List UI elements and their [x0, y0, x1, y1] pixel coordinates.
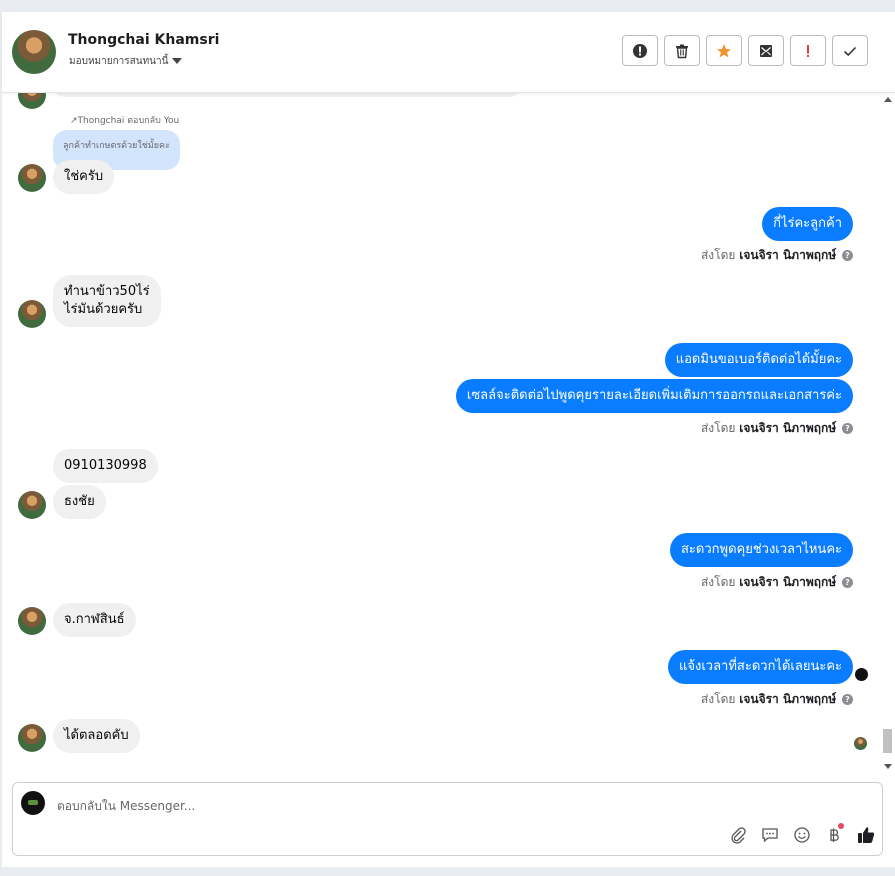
scrollbar-thumb[interactable]: [883, 729, 892, 753]
report-spam-button[interactable]: [622, 35, 658, 66]
assign-label: มอบหมายการสนทนานี้: [69, 56, 169, 67]
sent-by-label: ส่งโดย เจนจิรา นิภาพฤกษ์ ?: [701, 573, 853, 592]
incoming-message[interactable]: 0910130998: [53, 449, 158, 483]
saved-replies-icon[interactable]: [760, 825, 780, 845]
star-icon: [717, 43, 731, 57]
contact-avatar-small: [18, 607, 46, 635]
contact-read-receipt-avatar: [854, 737, 867, 750]
header-toolbar: [622, 35, 868, 66]
sender-name: เจนจิรา นิภาพฤกษ์: [739, 575, 837, 589]
incoming-message[interactable]: จ.กาฬสินธ์: [53, 603, 136, 637]
contact-name[interactable]: Thongchai Khamsri: [68, 32, 219, 48]
page-read-receipt-avatar: [855, 668, 868, 681]
page-avatar: [21, 791, 45, 815]
reply-note: ↗Thongchai ตอบกลับ You: [70, 116, 180, 126]
outgoing-message[interactable]: สะดวกพูดคุยช่วงเวลาไหนคะ: [669, 533, 853, 567]
scroll-up-arrow-icon[interactable]: [884, 97, 892, 102]
payment-baht-icon[interactable]: [824, 823, 844, 845]
reply-input[interactable]: ตอบกลับใน Messenger...: [57, 797, 195, 816]
sender-name: เจนจิรา นิภาพฤกษ์: [739, 248, 837, 262]
contact-avatar[interactable]: [12, 30, 56, 74]
help-icon[interactable]: ?: [842, 423, 853, 434]
outgoing-message[interactable]: เซลล์จะติดต่อไปพูดคุยรายละเอียดเพิ่มเติม…: [455, 379, 853, 413]
contact-avatar-small: [18, 724, 46, 752]
caret-down-icon: [172, 58, 183, 64]
incoming-message[interactable]: ธงชัย: [53, 485, 106, 519]
incoming-message[interactable]: ใช่ครับ: [53, 160, 115, 194]
like-button[interactable]: [856, 825, 876, 845]
help-icon[interactable]: ?: [842, 250, 853, 261]
attachment-icon[interactable]: [728, 825, 748, 845]
assign-conversation-dropdown[interactable]: มอบหมายการสนทนานี้: [69, 54, 183, 69]
conversation-header: Thongchai Khamsri มอบหมายการสนทนานี้: [2, 12, 895, 93]
help-icon[interactable]: ?: [842, 694, 853, 705]
trash-icon: [676, 44, 688, 58]
message-line: ไร่มันด้วยครับ: [64, 302, 143, 317]
sent-by-label: ส่งโดย เจนจิรา นิภาพฤกษ์ ?: [701, 690, 853, 709]
check-icon: [843, 46, 857, 56]
star-button[interactable]: [706, 35, 742, 66]
conversation-panel: Thongchai Khamsri มอบหมายการสนทนานี้ ↗Th…: [2, 12, 895, 867]
reply-arrow-icon: ↗: [70, 116, 78, 126]
outgoing-message[interactable]: แอดมินขอเบอร์ติดต่อได้มั้ยคะ: [664, 343, 853, 377]
contact-avatar-small: [18, 491, 46, 519]
scrollbar[interactable]: [881, 93, 893, 771]
mark-done-button[interactable]: [832, 35, 868, 66]
contact-avatar-small: [18, 164, 46, 192]
help-icon[interactable]: ?: [842, 577, 853, 588]
thumbs-up-icon: [858, 827, 875, 843]
emoji-icon[interactable]: [792, 825, 812, 845]
mail-icon: [760, 44, 772, 57]
delete-button[interactable]: [664, 35, 700, 66]
alert-icon: [633, 43, 647, 58]
incoming-message[interactable]: ทำนาข้าว50ไร่ ไร่มันด้วยครับ: [53, 275, 161, 327]
mark-unread-button[interactable]: [748, 35, 784, 66]
outgoing-message[interactable]: แจ้งเวลาที่สะดวกได้เลยนะคะ: [667, 650, 853, 684]
previous-message-bubble: [48, 93, 526, 97]
contact-avatar-small: [18, 93, 46, 109]
notification-dot: [838, 823, 844, 829]
sent-by-label: ส่งโดย เจนจิรา นิภาพฤกษ์ ?: [701, 246, 853, 265]
important-icon: [807, 44, 809, 57]
composer-tools: [728, 823, 876, 845]
incoming-message[interactable]: ได้ตลอดคับ: [53, 719, 140, 753]
message-thread: ↗Thongchai ตอบกลับ You ลูกค้าทำเกษตรด้วย…: [2, 93, 895, 780]
message-line: ทำนาข้าว50ไร่: [64, 284, 150, 299]
sender-name: เจนจิรา นิภาพฤกษ์: [739, 692, 837, 706]
sent-by-label: ส่งโดย เจนจิรา นิภาพฤกษ์ ?: [701, 419, 853, 438]
reply-composer: ตอบกลับใน Messenger...: [12, 782, 883, 856]
scroll-down-arrow-icon[interactable]: [884, 764, 892, 769]
contact-avatar-small: [18, 300, 46, 328]
sender-name: เจนจิรา นิภาพฤกษ์: [739, 421, 837, 435]
mark-important-button[interactable]: [790, 35, 826, 66]
outgoing-message[interactable]: กี่ไร่คะลูกค้า: [762, 207, 853, 241]
